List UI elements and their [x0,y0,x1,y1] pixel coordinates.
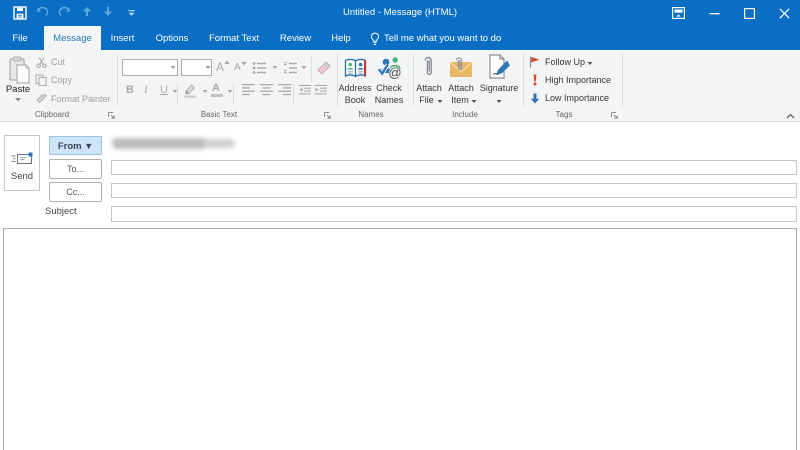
svg-text:@: @ [388,65,401,79]
